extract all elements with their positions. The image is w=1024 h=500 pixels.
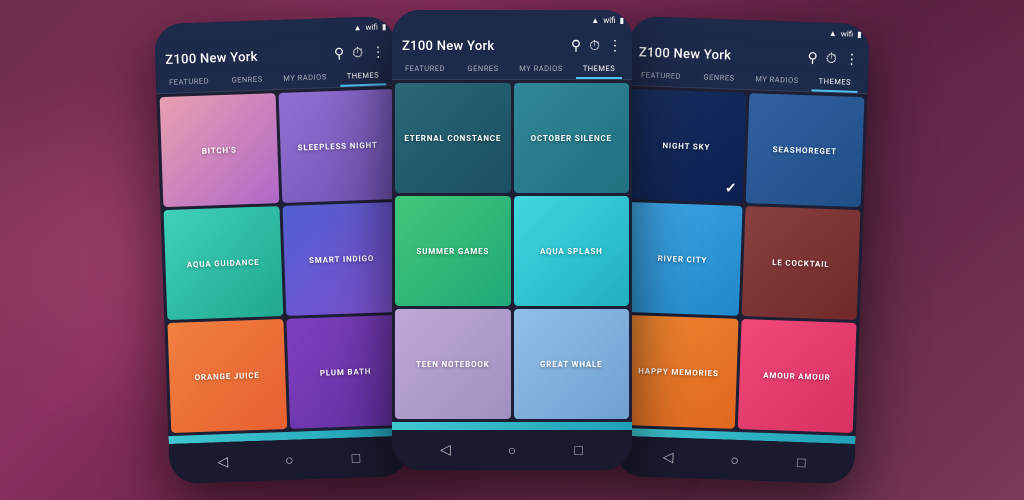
- phone-2: ▲ wifi ▮ Z100 New York ⚲ ⏱ ⋮ FEATUREDGENRESM…: [392, 10, 632, 470]
- theme-label-river-city: RIVER CITY: [653, 249, 711, 268]
- theme-card-seashoreget[interactable]: SEASHOREGET: [745, 93, 864, 207]
- alarm-icon[interactable]: ⏱: [352, 45, 363, 61]
- theme-label-night-sky: NIGHT SKY: [658, 137, 714, 156]
- back-button[interactable]: ◁: [214, 454, 231, 471]
- more-icon[interactable]: ⋮: [608, 38, 622, 54]
- search-icon[interactable]: ⚲: [571, 38, 581, 54]
- header-icons: ⚲ ⏱ ⋮: [807, 50, 859, 68]
- header-icons: ⚲ ⏱ ⋮: [334, 44, 386, 62]
- wifi-icon: wifi: [841, 29, 854, 38]
- theme-card-aqua-guidance[interactable]: AQUA GUIDANCE: [164, 206, 283, 320]
- alarm-icon[interactable]: ⏱: [826, 51, 837, 67]
- theme-card-happy-memories[interactable]: HAPPY MEMORIES: [619, 315, 738, 429]
- phone-nav-bar: ◁ ○ □: [169, 436, 410, 484]
- signal-icon: ▲: [591, 16, 599, 25]
- nav-tabs: FEATUREDGENRESMY RADIOSTHEMES: [392, 58, 632, 80]
- search-icon[interactable]: ⚲: [334, 46, 345, 62]
- phone-screen: ▲ wifi ▮ Z100 New York ⚲ ⏱ ⋮ FEATUREDGENRESM…: [615, 16, 870, 444]
- theme-card-eternal-constance[interactable]: ETERNAL CONSTANCE: [395, 83, 511, 193]
- theme-bottom-bar: [392, 422, 632, 430]
- status-bar: ▲ wifi ▮: [392, 10, 632, 30]
- phone-3: ▲ wifi ▮ Z100 New York ⚲ ⏱ ⋮ FEATUREDGENRESM…: [614, 16, 870, 484]
- theme-card-october-silence[interactable]: OCTOBER SILENCE: [514, 83, 630, 193]
- theme-label-great-whale: GREAT WHALE: [536, 356, 606, 373]
- theme-card-night-sky[interactable]: NIGHT SKY ✓: [627, 89, 746, 203]
- theme-label-amour-amour: AMOUR AMOUR: [759, 366, 835, 386]
- battery-icon: ▮: [857, 29, 862, 38]
- tab-featured[interactable]: FEATURED: [396, 58, 454, 79]
- phone-screen: ▲ wifi ▮ Z100 New York ⚲ ⏱ ⋮ FEATUREDGENRESM…: [154, 16, 409, 444]
- theme-label-eternal-constance: ETERNAL CONSTANCE: [400, 130, 505, 147]
- theme-label-teen-notebook: TEEN NOTEBOOK: [412, 356, 494, 373]
- wifi-icon: wifi: [603, 16, 615, 25]
- theme-label-october-silence: OCTOBER SILENCE: [527, 130, 616, 147]
- theme-card-river-city[interactable]: RIVER CITY: [623, 202, 742, 316]
- phones-container: ▲ wifi ▮ Z100 New York⚲⏱⋮FEATUREDGENRESM…: [0, 0, 1024, 500]
- tab-featured[interactable]: FEATURED: [632, 64, 691, 87]
- recents-button[interactable]: □: [793, 454, 810, 471]
- theme-card-aqua-splash[interactable]: AQUA SPLASH: [514, 196, 630, 306]
- themes-grid: ETERNAL CONSTANCE OCTOBER SILENCE SUMMER G…: [392, 80, 632, 422]
- theme-card-orange-juice[interactable]: ORANGE JUICE: [167, 319, 286, 433]
- theme-card-sleepless-night[interactable]: SLEEPLESS NIGHT: [278, 89, 397, 203]
- theme-label-plum-bath: PLUM BATH: [316, 362, 376, 381]
- tab-genres[interactable]: GENRES: [454, 58, 512, 79]
- tab-my-radios[interactable]: MY RADIOS: [512, 58, 570, 79]
- phone-nav-bar: ◁ ○ □: [614, 436, 855, 484]
- theme-card-great-whale[interactable]: GREAT WHALE: [514, 309, 630, 419]
- theme-card-bitchs[interactable]: BITCH'S: [160, 93, 279, 207]
- theme-label-orange-juice: ORANGE JUICE: [190, 366, 264, 386]
- app-title: Z100 New York: [639, 45, 732, 63]
- back-button[interactable]: ◁: [437, 442, 453, 458]
- theme-label-happy-memories: HAPPY MEMORIES: [634, 362, 723, 382]
- theme-label-aqua-guidance: AQUA GUIDANCE: [183, 253, 264, 273]
- tab-themes[interactable]: THEMES: [806, 70, 865, 93]
- tab-themes[interactable]: THEMES: [334, 64, 393, 87]
- theme-card-le-cocktail[interactable]: LE COCKTAIL: [741, 206, 860, 320]
- tab-my-radios[interactable]: MY RADIOS: [276, 66, 335, 89]
- tab-my-radios[interactable]: MY RADIOS: [748, 68, 807, 91]
- tab-genres[interactable]: GENRES: [218, 68, 277, 91]
- alarm-icon[interactable]: ⏱: [589, 38, 600, 54]
- theme-card-plum-bath[interactable]: PLUM BATH: [286, 315, 405, 429]
- theme-label-le-cocktail: LE COCKTAIL: [768, 253, 834, 272]
- tab-genres[interactable]: GENRES: [690, 66, 749, 89]
- selected-checkmark: ✓: [725, 180, 737, 196]
- battery-icon: ▮: [620, 16, 624, 25]
- recents-button[interactable]: □: [571, 442, 587, 458]
- more-icon[interactable]: ⋮: [371, 44, 386, 60]
- home-button[interactable]: ○: [281, 452, 298, 469]
- app-title: Z100 New York: [165, 49, 258, 67]
- phone-1: ▲ wifi ▮ Z100 New York ⚲ ⏱ ⋮ FEATUREDGENRESM…: [154, 16, 410, 484]
- tab-featured[interactable]: FEATURED: [160, 70, 219, 93]
- phone-nav-bar: ◁ ○ □: [392, 430, 632, 470]
- home-button[interactable]: ○: [726, 452, 743, 469]
- home-button[interactable]: ○: [504, 442, 520, 458]
- header-icons: ⚲ ⏱ ⋮: [571, 38, 622, 54]
- themes-grid: NIGHT SKY ✓ SEASHOREGET RIVER CITY LE COCKTA…: [616, 86, 868, 436]
- theme-card-smart-indigo[interactable]: SMART INDIGO: [282, 202, 401, 316]
- tab-themes[interactable]: THEMES: [570, 58, 628, 79]
- back-button[interactable]: ◁: [660, 449, 677, 466]
- theme-label-seashoreget: SEASHOREGET: [768, 140, 841, 160]
- themes-grid: BITCH'S SLEEPLESS NIGHT AQUA GUIDANCE SMART…: [156, 86, 408, 436]
- wifi-icon: wifi: [365, 22, 378, 31]
- theme-card-amour-amour[interactable]: AMOUR AMOUR: [737, 319, 856, 433]
- signal-icon: ▲: [353, 23, 361, 32]
- phone-screen: ▲ wifi ▮ Z100 New York ⚲ ⏱ ⋮ FEATUREDGENRESM…: [392, 10, 632, 430]
- theme-label-summer-games: SUMMER GAMES: [412, 243, 493, 260]
- app-title: Z100 New York: [402, 39, 494, 54]
- theme-label-aqua-splash: AQUA SPLASH: [536, 243, 607, 260]
- theme-label-smart-indigo: SMART INDIGO: [305, 249, 379, 269]
- theme-label-sleepless-night: SLEEPLESS NIGHT: [293, 136, 382, 156]
- theme-card-teen-notebook[interactable]: TEEN NOTEBOOK: [395, 309, 511, 419]
- search-icon[interactable]: ⚲: [807, 50, 818, 66]
- app-header: Z100 New York ⚲ ⏱ ⋮: [392, 30, 632, 58]
- theme-card-summer-games[interactable]: SUMMER GAMES: [395, 196, 511, 306]
- battery-icon: ▮: [382, 22, 387, 31]
- theme-label-bitchs: BITCH'S: [197, 141, 240, 159]
- signal-icon: ▲: [829, 28, 837, 37]
- more-icon[interactable]: ⋮: [844, 51, 859, 67]
- recents-button[interactable]: □: [348, 449, 365, 466]
